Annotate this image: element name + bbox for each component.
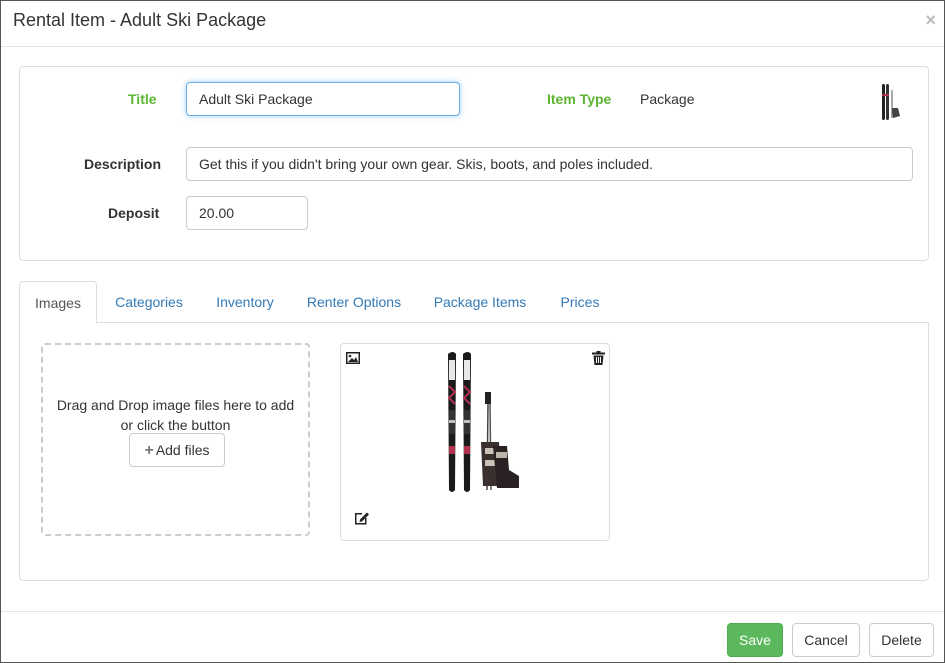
image-card — [340, 343, 610, 541]
tab-package-items[interactable]: Package Items — [422, 281, 538, 323]
images-tab-content: Drag and Drop image files here to add or… — [19, 322, 929, 581]
edit-icon[interactable] — [354, 510, 370, 525]
plus-icon: + — [144, 442, 154, 459]
trash-icon[interactable] — [592, 351, 605, 365]
item-details-panel: Title Adult Ski Package Item Type Packag… — [19, 66, 929, 261]
close-button[interactable]: × — [925, 11, 936, 29]
delete-button[interactable]: Delete — [869, 623, 934, 657]
tab-inventory[interactable]: Inventory — [204, 281, 286, 323]
description-input[interactable]: Get this if you didn't bring your own ge… — [186, 147, 913, 181]
save-button[interactable]: Save — [727, 623, 783, 657]
tab-prices[interactable]: Prices — [549, 281, 611, 323]
modal-footer: Save Cancel Delete — [1, 611, 944, 662]
add-files-label: Add files — [155, 442, 210, 458]
modal-title: Rental Item - Adult Ski Package — [13, 10, 267, 30]
tab-images[interactable]: Images — [19, 281, 97, 324]
modal-header: Rental Item - Adult Ski Package × — [1, 1, 944, 47]
item-thumbnail-icon — [882, 84, 900, 120]
image-icon[interactable] — [346, 352, 360, 364]
dropzone-text: Drag and Drop image files here to add or… — [56, 397, 295, 433]
item-tabs: Images Categories Inventory Renter Optio… — [19, 281, 929, 324]
item-type-label: Item Type — [547, 91, 612, 107]
cancel-button[interactable]: Cancel — [792, 623, 860, 657]
tab-categories[interactable]: Categories — [103, 281, 195, 323]
tab-renter-options[interactable]: Renter Options — [296, 281, 412, 323]
ski-package-image — [447, 352, 519, 492]
title-input[interactable]: Adult Ski Package — [186, 82, 460, 116]
rental-item-modal: Rental Item - Adult Ski Package × Title … — [0, 0, 945, 663]
deposit-input[interactable]: 20.00 — [186, 196, 308, 230]
image-dropzone[interactable]: Drag and Drop image files here to add or… — [41, 343, 310, 536]
item-type-value: Package — [640, 91, 695, 107]
title-label: Title — [128, 91, 157, 107]
description-label: Description — [84, 156, 162, 172]
add-files-button[interactable]: + Add files — [129, 433, 225, 467]
deposit-label: Deposit — [108, 205, 160, 221]
